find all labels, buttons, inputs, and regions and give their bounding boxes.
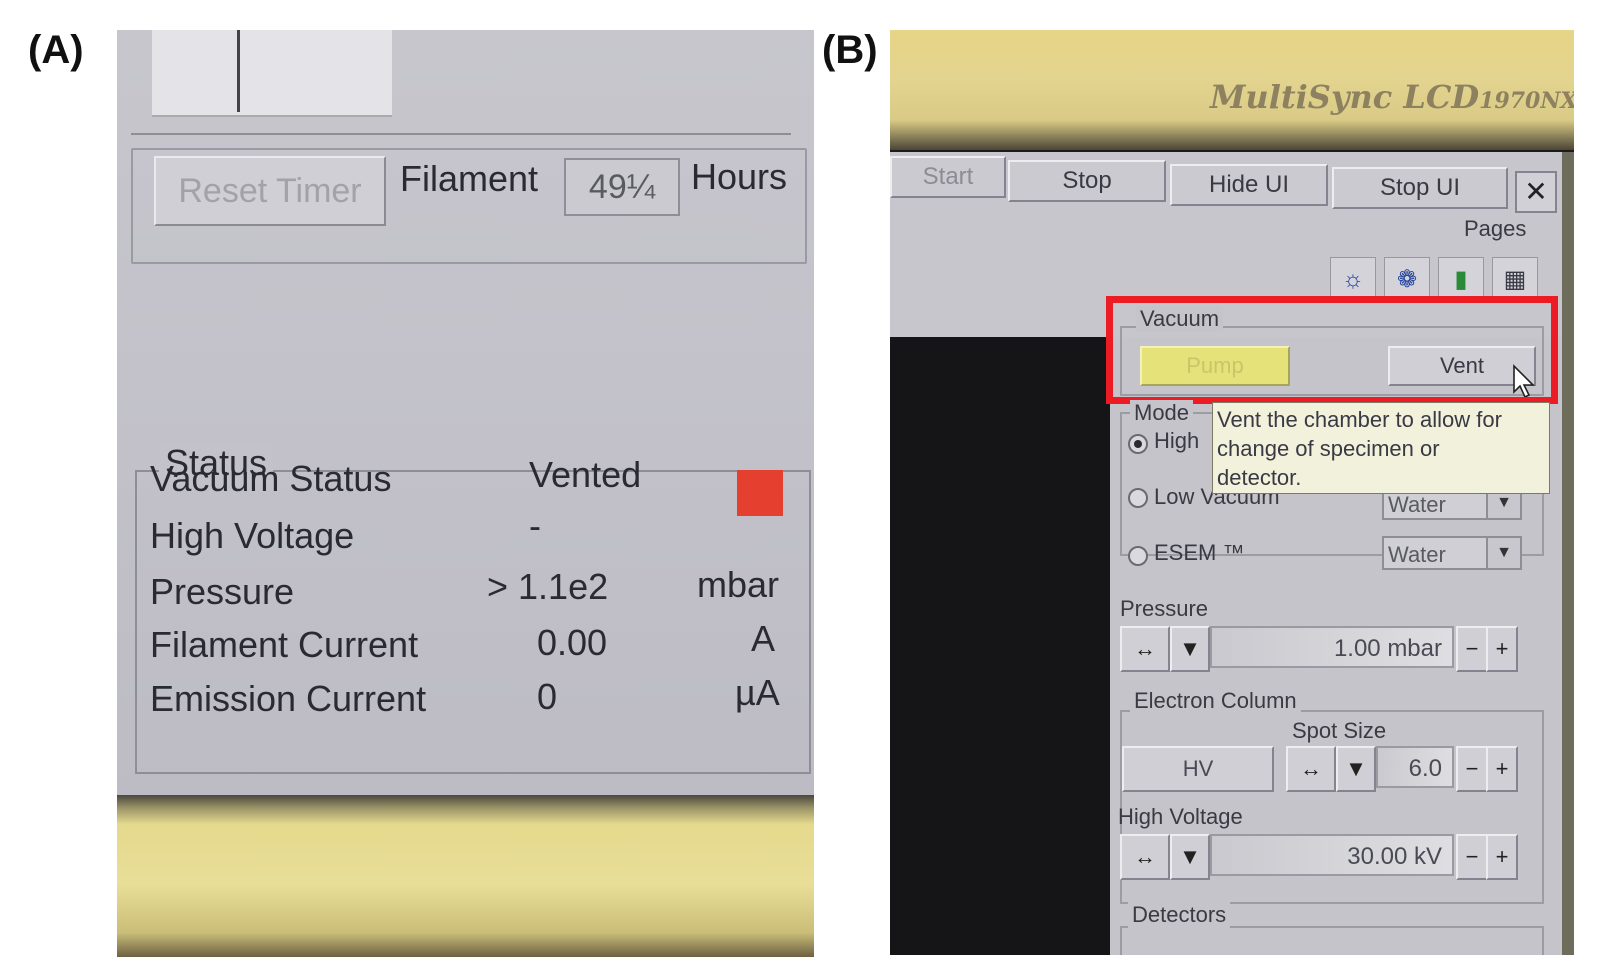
vacuum-status-indicator	[737, 470, 783, 516]
spot-minus-button[interactable]: −	[1456, 746, 1488, 792]
detectors-group	[1120, 926, 1544, 955]
stop-button[interactable]: Stop	[1008, 160, 1166, 202]
pressure-label: Pressure	[1120, 596, 1209, 621]
spot-plus-button[interactable]: +	[1486, 746, 1518, 792]
tooltip-line-2: change of specimen or	[1217, 436, 1440, 461]
emission-current-label: Emission Current	[150, 678, 427, 719]
tooltip-line-1: Vent the chamber to allow for	[1217, 407, 1502, 432]
pressure-plus-button[interactable]: +	[1486, 626, 1518, 672]
pressure-value: > 1.1e2	[487, 566, 609, 607]
brand-name: MultiSync LCD	[1210, 78, 1480, 116]
high-voltage-label: High Voltage	[150, 515, 355, 556]
image-viewport	[890, 337, 1110, 955]
spot-size-field[interactable]: 6.0	[1376, 746, 1454, 788]
emission-current-value: 0	[537, 676, 558, 717]
high-voltage-field[interactable]: 30.00 kV	[1210, 834, 1454, 876]
hide-ui-button[interactable]: Hide UI	[1170, 164, 1328, 206]
hv-dropdown-icon[interactable]: ▼	[1170, 834, 1210, 880]
spot-size-label: Spot Size	[1292, 718, 1387, 743]
low-vacuum-radio[interactable]	[1128, 488, 1148, 508]
tooltip-line-3: detector.	[1217, 465, 1302, 490]
esem-gas-value: Water	[1388, 542, 1446, 567]
electron-column-title: Electron Column	[1130, 688, 1301, 714]
chevron-down-icon: ▼	[1486, 538, 1520, 568]
hv-minus-button[interactable]: −	[1456, 834, 1488, 880]
monitor-screen: Reset Timer Filament 49¼ Hours Status Va…	[117, 30, 814, 795]
panel-label-a: (A)	[28, 28, 84, 72]
vacuum-highlight-box	[1106, 296, 1558, 404]
filament-current-unit: A	[751, 618, 776, 659]
esem-label: ESEM ™	[1154, 540, 1245, 565]
filament-current-value: 0.00	[537, 622, 608, 663]
hv-adjust-icon[interactable]: ↔	[1120, 834, 1170, 880]
detectors-title: Detectors	[1128, 902, 1231, 928]
low-vacuum-gas-value: Water	[1388, 492, 1446, 517]
hours-label: Hours	[691, 156, 788, 197]
monitor-brand: MultiSync LCD1970NX	[1210, 78, 1574, 116]
pressure-dropdown-icon[interactable]: ▼	[1170, 626, 1210, 672]
hv-plus-button[interactable]: +	[1486, 834, 1518, 880]
brand-model: 1970NX	[1479, 88, 1574, 114]
mode-title: Mode	[1130, 400, 1194, 426]
esem-radio[interactable]	[1128, 546, 1148, 566]
close-icon[interactable]: ✕	[1515, 171, 1557, 213]
start-button[interactable]: Start	[890, 156, 1006, 198]
spot-dropdown-icon[interactable]: ▼	[1336, 746, 1376, 792]
panel-a-photo: Reset Timer Filament 49¼ Hours Status Va…	[117, 30, 814, 957]
filament-hours-field[interactable]: 49¼	[564, 158, 680, 216]
panel-label-b: (B)	[822, 28, 878, 72]
vacuum-status-label: Vacuum Status	[150, 458, 392, 499]
pressure-unit: mbar	[697, 564, 780, 605]
high-voltage-label: High Voltage	[1118, 804, 1243, 829]
pressure-minus-button[interactable]: −	[1456, 626, 1488, 672]
reset-timer-button[interactable]: Reset Timer	[154, 156, 386, 226]
separator	[131, 133, 791, 135]
pressure-label: Pressure	[150, 571, 295, 612]
monitor-bezel	[117, 795, 814, 957]
top-white-area	[152, 30, 392, 117]
filament-label: Filament	[400, 158, 539, 199]
pressure-adjust-icon[interactable]: ↔	[1120, 626, 1170, 672]
top-divider-line	[237, 30, 240, 112]
pressure-value-field[interactable]: 1.00 mbar	[1210, 626, 1454, 668]
panel-b-photo: MultiSync LCD1970NX Start Stop Hide UI S…	[890, 30, 1574, 955]
high-voltage-value: -	[529, 505, 541, 546]
stop-ui-button[interactable]: Stop UI	[1332, 167, 1508, 209]
filament-current-label: Filament Current	[150, 624, 419, 665]
vacuum-status-value: Vented	[529, 454, 642, 495]
emission-current-unit: µA	[735, 672, 780, 713]
hv-button[interactable]: HV	[1122, 746, 1274, 792]
monitor-right-edge	[1562, 152, 1574, 955]
vent-tooltip: Vent the chamber to allow for change of …	[1212, 402, 1550, 494]
high-vacuum-label: High	[1154, 428, 1200, 453]
high-vacuum-radio[interactable]	[1128, 434, 1148, 454]
pages-label: Pages	[1464, 216, 1527, 241]
esem-gas-select[interactable]: Water ▼	[1382, 536, 1522, 570]
spot-adjust-icon[interactable]: ↔	[1286, 746, 1336, 792]
